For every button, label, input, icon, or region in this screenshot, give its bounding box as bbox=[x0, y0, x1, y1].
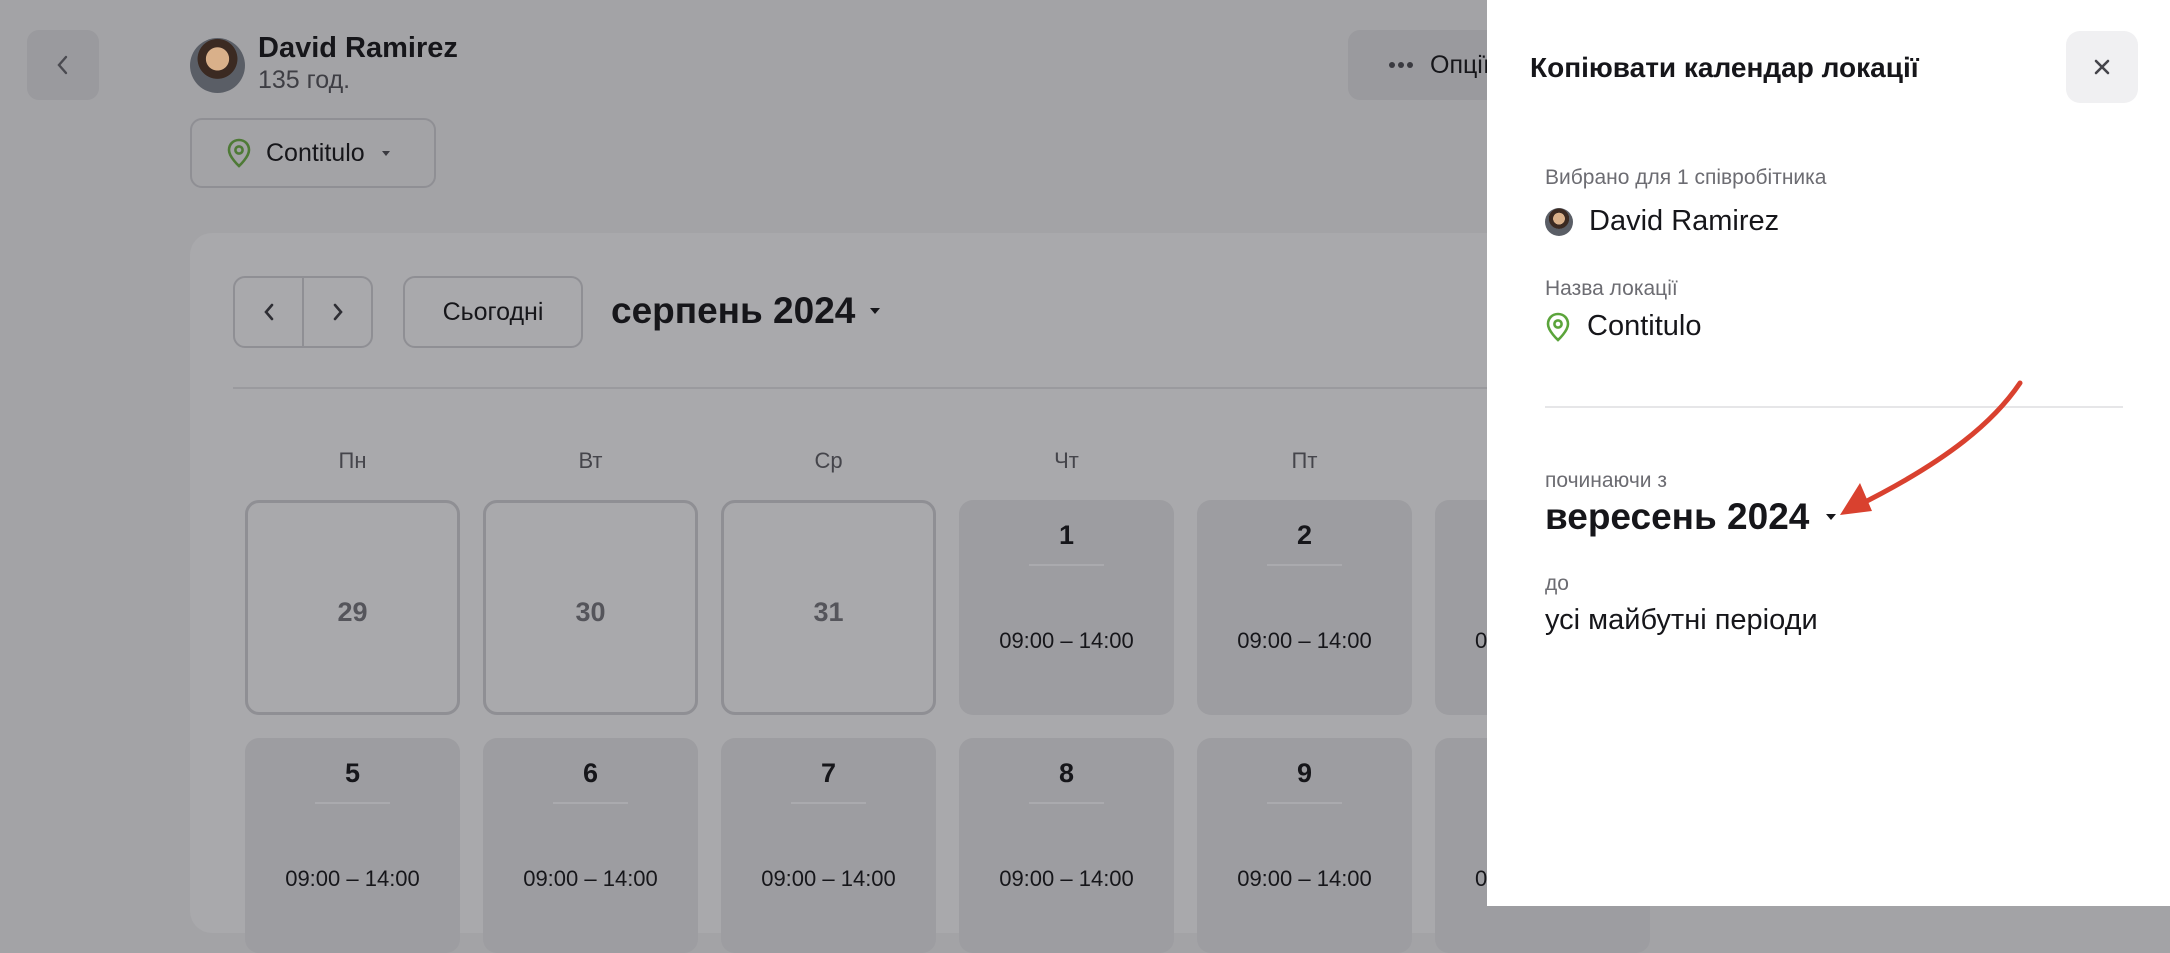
day-number: 1 bbox=[1058, 520, 1075, 550]
selected-employee: David Ramirez bbox=[1545, 205, 1779, 238]
user-hours: 135 год. bbox=[258, 66, 351, 94]
day-number: 8 bbox=[1058, 758, 1075, 788]
day-number: 2 bbox=[1296, 520, 1313, 550]
day-number: 7 bbox=[820, 758, 837, 788]
location-label: Назва локації bbox=[1545, 277, 1678, 300]
weekday-label: Чт bbox=[1054, 448, 1079, 473]
weekday-label: Пт bbox=[1291, 448, 1318, 473]
close-button[interactable] bbox=[2066, 31, 2138, 103]
day-divider bbox=[553, 802, 628, 804]
selected-label: Вибрано для 1 співробітника bbox=[1545, 166, 1827, 189]
location-pin-icon bbox=[227, 138, 251, 168]
weekday-label: Вт bbox=[578, 448, 603, 473]
day-number: 5 bbox=[344, 758, 361, 788]
from-label: починаючи з bbox=[1545, 469, 1667, 492]
shift-time: 09:00 – 14:00 bbox=[285, 866, 420, 891]
divider bbox=[233, 387, 1533, 389]
day-divider bbox=[1267, 802, 1342, 804]
shift-time: 09:00 – 14:00 bbox=[1237, 866, 1372, 891]
chevron-right-icon bbox=[333, 303, 343, 321]
calendar-day[interactable]: 1 09:00 – 14:00 bbox=[959, 500, 1174, 715]
location-value: Contitulo bbox=[1545, 310, 1701, 343]
day-divider bbox=[1267, 564, 1342, 566]
calendar-day[interactable]: 6 09:00 – 14:00 bbox=[483, 738, 698, 953]
month-selector[interactable]: серпень 2024 bbox=[611, 290, 883, 332]
month-nav bbox=[233, 276, 373, 348]
day-number: 30 bbox=[575, 597, 606, 627]
calendar-day[interactable]: 2 09:00 – 14:00 bbox=[1197, 500, 1412, 715]
month-title: серпень 2024 bbox=[611, 290, 856, 331]
shift-time: 09:00 – 14:00 bbox=[999, 628, 1134, 653]
copy-location-calendar-drawer: Копіювати календар локації Вибрано для 1… bbox=[1487, 0, 2170, 906]
today-button[interactable]: Сьогодні bbox=[403, 276, 583, 348]
chevron-left-icon bbox=[57, 55, 68, 75]
calendar-day[interactable]: 29 bbox=[245, 500, 460, 715]
caret-down-icon bbox=[381, 151, 390, 156]
user-name: David Ramirez bbox=[258, 32, 458, 64]
next-month-button[interactable] bbox=[304, 278, 371, 346]
drawer-title: Копіювати календар локації bbox=[1530, 52, 1919, 83]
calendar-day[interactable]: 7 09:00 – 14:00 bbox=[721, 738, 936, 953]
shift-time: 09:00 – 14:00 bbox=[523, 866, 658, 891]
day-number: 6 bbox=[582, 758, 599, 788]
from-month-value: вересень 2024 bbox=[1545, 496, 1810, 537]
shift-time: 09:00 – 14:00 bbox=[1237, 628, 1372, 653]
day-number: 9 bbox=[1296, 758, 1313, 788]
day-divider bbox=[1029, 802, 1104, 804]
more-dots-icon bbox=[1389, 62, 1413, 68]
until-value: усі майбутні періоди bbox=[1545, 604, 1818, 636]
day-divider bbox=[315, 802, 390, 804]
chevron-left-icon bbox=[263, 303, 273, 321]
options-label: Опції bbox=[1430, 50, 1490, 79]
avatar bbox=[1545, 207, 1573, 236]
close-icon bbox=[2094, 59, 2110, 75]
calendar-day[interactable]: 5 09:00 – 14:00 bbox=[245, 738, 460, 953]
shift-time: 09:00 – 14:00 bbox=[999, 866, 1134, 891]
calendar-day[interactable]: 31 bbox=[721, 500, 936, 715]
location-dropdown[interactable]: Contitulo bbox=[190, 118, 436, 188]
day-number: 31 bbox=[813, 597, 844, 627]
weekday-label: Ср bbox=[814, 448, 843, 473]
background-page: David Ramirez 135 год. Contitulo Опції С… bbox=[0, 0, 1650, 953]
location-dropdown-label: Contitulo bbox=[266, 138, 365, 167]
from-month-dropdown[interactable]: вересень 2024 bbox=[1545, 496, 1839, 538]
shift-time: 09:00 – 14:00 bbox=[761, 866, 896, 891]
back-button[interactable] bbox=[27, 30, 99, 100]
prev-month-button[interactable] bbox=[235, 278, 304, 346]
day-number: 29 bbox=[337, 597, 368, 627]
day-divider bbox=[791, 802, 866, 804]
options-button[interactable]: Опції bbox=[1348, 30, 1508, 100]
calendar-day[interactable]: 30 bbox=[483, 500, 698, 715]
calendar-day[interactable]: 9 09:00 – 14:00 bbox=[1197, 738, 1412, 953]
selected-employee-name: David Ramirez bbox=[1589, 205, 1780, 237]
location-name: Contitulo bbox=[1587, 310, 1702, 342]
caret-down-icon bbox=[870, 308, 881, 314]
weekday-label: Пн bbox=[338, 448, 367, 473]
annotation-arrow-icon bbox=[1840, 380, 2023, 515]
day-divider bbox=[1029, 564, 1104, 566]
until-label: до bbox=[1545, 572, 1569, 595]
location-pin-icon bbox=[1546, 312, 1570, 342]
calendar-day[interactable]: 8 09:00 – 14:00 bbox=[959, 738, 1174, 953]
avatar bbox=[190, 38, 245, 93]
